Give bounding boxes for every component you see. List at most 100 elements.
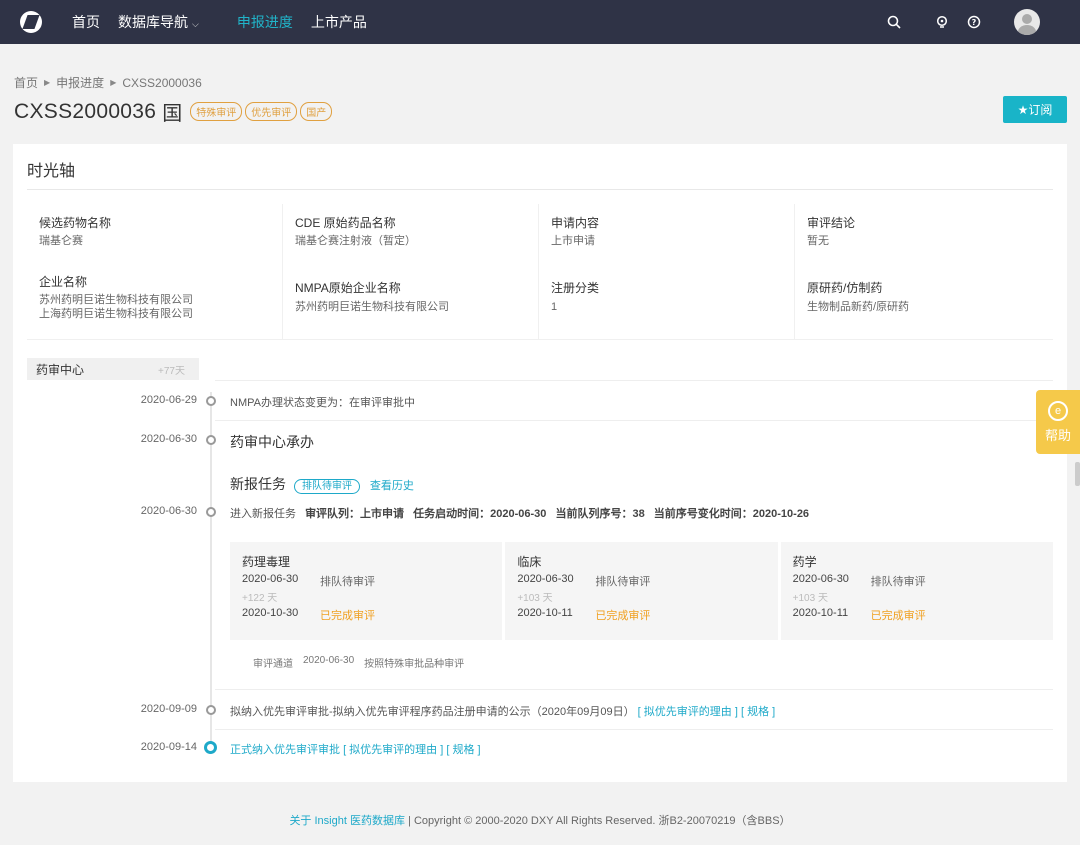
logo-icon[interactable] [20,11,42,33]
search-icon[interactable] [884,12,904,32]
timeline-dot [206,507,216,517]
nmpa-label: NMPA原始企业名称 [295,281,401,295]
nav-database[interactable]: 数据库导航 ⌵ [118,12,199,32]
divider [215,420,1053,421]
footer-about-link[interactable]: 关于 Insight 医药数据库 [289,815,405,827]
review-panel: 药理毒理 2020-06-30 排队待审评 +122 天 2020-10-30 … [230,542,1053,640]
info-col-conclusion: 审评结论 暂无 原研药/仿制药 生物制品新药/原研药 [795,204,1053,339]
nav-products[interactable]: 上市产品 [311,12,367,32]
event-text: 进入新报任务 [230,508,296,520]
event-text: 药审中心承办 [230,434,314,450]
card-title: 时光轴 [27,163,76,180]
timeline-dot [206,396,216,406]
review-status: 排队待审评 [595,576,651,588]
review-status: 已完成审评 [595,610,651,622]
nav-home[interactable]: 首页 [72,12,100,32]
review-date: 2020-10-30 [242,607,299,619]
spec-link[interactable]: [ 规格 ] [446,744,480,756]
tag-domestic: 国产 [300,102,333,121]
tag-special-review: 特殊审评 [190,102,243,121]
event-date: 2020-09-09 [140,703,197,715]
channel-text: 按照特殊审批品种审评 [364,659,465,670]
info-col-apply: 申请内容 上市申请 注册分类 1 [539,204,795,339]
divider [215,729,1053,730]
chevron-right-icon: ▶ [110,78,117,87]
review-date: 2020-06-30 [517,573,574,585]
event-date: 2020-06-30 [140,505,197,517]
divider [215,689,1053,690]
cde-value: 瑞基仑赛注射液（暂定） [295,235,416,247]
review-col-clinical: 临床 2020-06-30 排队待审评 +103 天 2020-10-11 已完… [505,542,778,640]
page-title: CXSS2000036 [14,99,157,123]
task-info-row: 进入新报任务 审评队列：上市申请 任务启动时间：2020-06-30 当前队列序… [230,505,809,521]
timeline-dot [206,705,216,715]
avatar[interactable] [1014,9,1040,35]
task-title: 新报任务 [230,476,286,492]
review-channel: 审评通道 2020-06-30 按照特殊审批品种审评 [253,655,464,670]
priority-reason-link[interactable]: [ 拟优先审评的理由 ] [638,706,738,718]
breadcrumb-current: CXSS2000036 [122,75,202,90]
review-date: 2020-10-11 [792,607,849,619]
event-text: 拟纳入优先审评审批-拟纳入优先审评程序药品注册申请的公示（2020年09月09日… [230,706,635,718]
timeline-card: 时光轴 候选药物名称 瑞基仑赛 企业名称 苏州药明巨诺生物科技有限公司 上海药明… [13,144,1067,782]
priority-event: 正式纳入优先审评审批 [ 拟优先审评的理由 ] [ 规格 ] [230,741,481,757]
chevron-down-icon: ⌵ [192,19,199,29]
candidate-label: 候选药物名称 [39,216,112,230]
event-date: 2020-06-30 [140,433,197,445]
candidate-value: 瑞基仑赛 [39,235,83,247]
info-col-candidate: 候选药物名称 瑞基仑赛 企业名称 苏州药明巨诺生物科技有限公司 上海药明巨诺生物… [27,204,283,339]
seq-info: 当前队列序号：38 [555,508,645,520]
review-date: 2020-06-30 [242,573,299,585]
info-col-cde: CDE 原始药品名称 瑞基仑赛注射液（暂定） NMPA原始企业名称 苏州药明巨诺… [283,204,539,339]
timeline-center-days: +77天 [158,365,185,377]
reg-label: 注册分类 [551,281,600,295]
review-col-pharmtox: 药理毒理 2020-06-30 排队待审评 +122 天 2020-10-30 … [230,542,503,640]
queue-info: 审评队列：上市申请 [305,508,405,520]
conclusion-label: 审评结论 [807,216,856,230]
info-grid: 候选药物名称 瑞基仑赛 企业名称 苏州药明巨诺生物科技有限公司 上海药明巨诺生物… [27,204,1053,340]
priority-event: 拟纳入优先审评审批-拟纳入优先审评程序药品注册申请的公示（2020年09月09日… [230,703,775,719]
scrollbar[interactable] [1075,462,1080,486]
help-icon: e [1048,400,1068,421]
conclusion-value: 暂无 [807,235,829,247]
start-info: 任务启动时间：2020-06-30 [413,508,547,520]
subscribe-button[interactable]: ★订阅 [1003,96,1067,123]
review-days: +103 天 [792,593,828,604]
help-button[interactable]: e 帮助 [1036,390,1080,454]
channel-label: 审评通道 [253,659,293,670]
orig-value: 生物制品新药/原研药 [807,301,910,313]
footer-copyright: Copyright © 2000-2020 DXY All Rights Res… [413,815,791,827]
tag-priority-review: 优先审评 [245,102,298,121]
footer-sep: | [404,815,414,827]
review-days: +103 天 [517,593,553,604]
view-history-link[interactable]: 查看历史 [370,480,414,492]
spec-link[interactable]: [ 规格 ] [741,706,775,718]
breadcrumb-section[interactable]: 申报进度 [56,74,104,91]
nmpa-value: 苏州药明巨诺生物科技有限公司 [295,301,449,313]
review-date: 2020-06-30 [792,573,849,585]
page-title-suffix: 国 [162,103,183,125]
lightbulb-icon[interactable] [932,12,952,32]
review-days: +122 天 [242,593,278,604]
divider [27,189,1053,190]
breadcrumb: 首页 ▶ 申报进度 ▶ CXSS2000036 [14,74,202,91]
title-row: CXSS2000036 国 特殊审评 优先审评 国产 [14,97,335,126]
apply-value: 上市申请 [551,235,595,247]
timeline-center-label: 药审中心 [36,362,85,377]
timeline-center-header: 药审中心 +77天 [27,358,199,380]
help-circle-icon[interactable]: ? [964,12,984,32]
footer: 关于 Insight 医药数据库 | Copyright © 2000-2020… [0,812,1080,828]
nav-database-label: 数据库导航 [118,14,188,30]
review-date: 2020-10-11 [517,607,573,619]
task-status-badge: 排队待审评 [294,479,360,494]
cde-label: CDE 原始药品名称 [295,216,396,230]
event-date: 2020-06-29 [140,394,197,406]
nav-progress[interactable]: 申报进度 [237,12,293,32]
seq-change-info: 当前序号变化时间：2020-10-26 [653,508,810,520]
top-nav: 首页 数据库导航 ⌵ 申报进度 上市产品 ? [0,0,1080,44]
priority-reason-link[interactable]: [ 拟优先审评的理由 ] [343,744,443,756]
breadcrumb-home[interactable]: 首页 [14,74,38,91]
review-status: 已完成审评 [870,610,926,622]
company-value-1: 苏州药明巨诺生物科技有限公司 [39,294,193,306]
divider [215,380,1053,381]
